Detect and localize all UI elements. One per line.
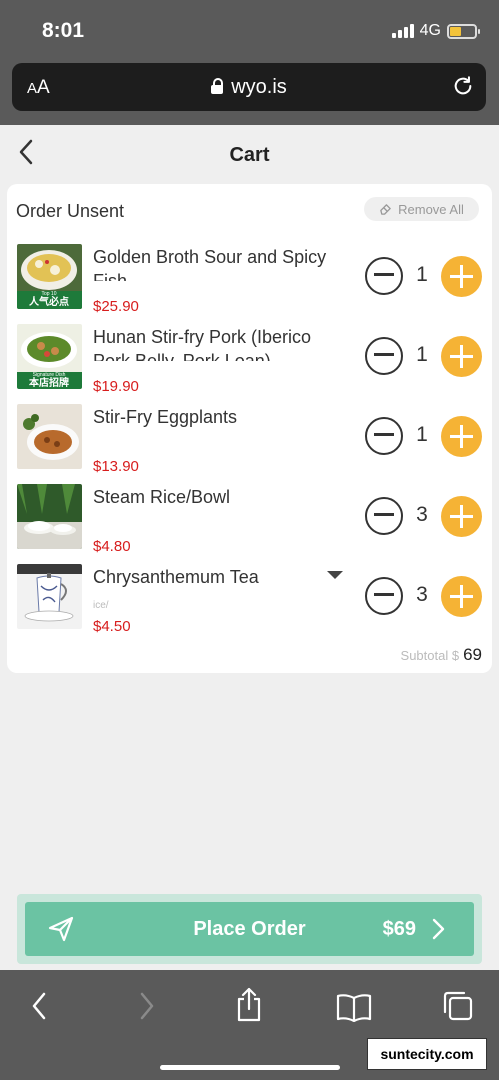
item-name: Chrysanthemum Tea bbox=[93, 567, 259, 587]
item-quantity: 1 bbox=[416, 343, 428, 366]
battery-icon bbox=[447, 23, 480, 39]
item-image: Signature Dish 本店招牌 bbox=[17, 324, 82, 389]
place-order-button[interactable]: Place Order $69 bbox=[25, 902, 474, 956]
item-price: $4.50 bbox=[93, 618, 131, 635]
bookmarks-icon[interactable] bbox=[336, 992, 372, 1022]
cart-item: Signature Dish 本店招牌 Hunan Stir-fry Pork … bbox=[7, 324, 492, 404]
increase-quantity-button[interactable] bbox=[441, 336, 482, 377]
decrease-quantity-button[interactable] bbox=[365, 577, 403, 615]
browser-forward-icon[interactable] bbox=[134, 990, 158, 1022]
watermark: suntecity.com bbox=[367, 1038, 487, 1070]
status-indicators: 4G bbox=[391, 22, 480, 40]
item-price: $13.90 bbox=[93, 458, 139, 475]
item-quantity: 1 bbox=[416, 263, 428, 286]
item-name: Steam Rice/Bowl bbox=[93, 487, 231, 507]
lock-icon bbox=[211, 78, 224, 94]
svg-text:人气必点: 人气必点 bbox=[29, 295, 69, 308]
page-header: Cart bbox=[0, 125, 499, 183]
item-quantity: 3 bbox=[416, 503, 428, 526]
status-time: 8:01 bbox=[42, 19, 85, 42]
chevron-right-icon bbox=[432, 918, 445, 940]
reload-icon[interactable] bbox=[452, 75, 474, 97]
signal-icon bbox=[391, 24, 414, 38]
browser-chrome-top: 8:01 4G AA wyo.is bbox=[0, 0, 499, 125]
item-price: $4.80 bbox=[93, 538, 131, 555]
decrease-quantity-button[interactable] bbox=[365, 497, 403, 535]
increase-quantity-button[interactable] bbox=[441, 256, 482, 297]
item-image: Top 10 人气必点 bbox=[17, 244, 82, 309]
share-icon[interactable] bbox=[235, 986, 263, 1022]
item-note: ice/ bbox=[93, 600, 109, 611]
item-quantity: 3 bbox=[416, 583, 428, 606]
cart-item: Top 10 人气必点 Golden Broth Sour and Spicy … bbox=[7, 244, 492, 324]
url-bar[interactable]: AA wyo.is bbox=[12, 63, 486, 111]
item-quantity: 1 bbox=[416, 423, 428, 446]
page-title: Cart bbox=[229, 144, 270, 166]
url-display[interactable]: wyo.is bbox=[12, 76, 486, 99]
subtotal-value: 69 bbox=[463, 645, 482, 664]
browser-back-icon[interactable] bbox=[28, 990, 52, 1022]
item-price: $19.90 bbox=[93, 378, 139, 395]
item-price: $25.90 bbox=[93, 298, 139, 315]
item-image bbox=[17, 404, 82, 469]
order-total: $69 bbox=[382, 918, 416, 940]
decrease-quantity-button[interactable] bbox=[365, 417, 403, 455]
cart-item: Chrysanthemum Tea ice/ $4.50 3 bbox=[7, 564, 492, 644]
remove-all-button[interactable]: Remove All bbox=[364, 197, 479, 221]
cart-card: Order Unsent Remove All Top 10 人气必点 Gold… bbox=[7, 184, 492, 673]
home-indicator bbox=[160, 1065, 340, 1070]
network-label: 4G bbox=[419, 22, 441, 39]
item-image bbox=[17, 484, 82, 549]
increase-quantity-button[interactable] bbox=[441, 416, 482, 457]
subtotal: Subtotal $69 bbox=[400, 645, 482, 664]
item-name: Hunan Stir-fry Pork (Iberico Pork Belly,… bbox=[93, 327, 312, 361]
item-image bbox=[17, 564, 82, 629]
eraser-icon bbox=[380, 203, 391, 215]
increase-quantity-button[interactable] bbox=[441, 576, 482, 617]
decrease-quantity-button[interactable] bbox=[365, 257, 403, 295]
options-dropdown-icon[interactable] bbox=[327, 571, 343, 579]
cart-item: Stir-Fry Eggplants $13.90 1 bbox=[7, 404, 492, 484]
tabs-icon[interactable] bbox=[442, 990, 474, 1022]
order-status: Order Unsent bbox=[16, 201, 125, 221]
item-name: Golden Broth Sour and Spicy Fish bbox=[93, 247, 327, 281]
svg-text:本店招牌: 本店招牌 bbox=[29, 376, 69, 389]
place-order-bar: Place Order $69 bbox=[17, 894, 482, 964]
url-text: wyo.is bbox=[231, 76, 287, 98]
item-name: Stir-Fry Eggplants bbox=[93, 407, 238, 427]
increase-quantity-button[interactable] bbox=[441, 496, 482, 537]
cart-item: Steam Rice/Bowl $4.80 3 bbox=[7, 484, 492, 564]
decrease-quantity-button[interactable] bbox=[365, 337, 403, 375]
